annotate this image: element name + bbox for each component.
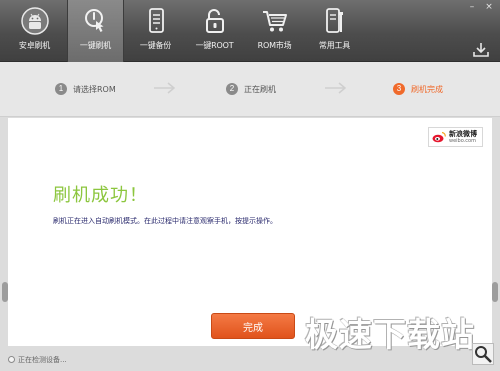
weibo-label: 新浪微博 [449, 130, 477, 138]
weibo-share-button[interactable]: 新浪微博 weibo.com [428, 127, 483, 147]
step-number: 3 [393, 83, 405, 95]
close-button[interactable]: × [481, 0, 497, 13]
android-robot-icon [20, 7, 49, 35]
nav-label: 一键ROOT [195, 41, 234, 50]
step-number: 2 [226, 83, 238, 95]
step-select-rom: 1 请选择ROM [55, 83, 116, 95]
shopping-cart-icon [262, 11, 287, 32]
nav-item-rom-market[interactable]: ROM市场 [246, 0, 303, 62]
minimize-button[interactable]: – [464, 0, 480, 13]
nav-item-android-flash[interactable]: 安卓刷机 [6, 0, 63, 62]
weibo-domain: weibo.com [449, 138, 476, 144]
right-collapse-handle[interactable] [492, 282, 498, 302]
nav-item-one-click-root[interactable]: 一键ROOT [186, 0, 243, 62]
unlock-root-icon [205, 9, 224, 33]
arrow-right-icon [154, 82, 176, 94]
status-indicator-icon [8, 356, 15, 363]
nav-label: 一键刷机 [79, 41, 112, 50]
content-right-edge [492, 118, 500, 346]
content-left-edge [0, 118, 8, 346]
finish-button[interactable]: 完成 [211, 313, 295, 339]
download-tray-icon[interactable] [472, 42, 490, 58]
touch-flash-icon [84, 9, 103, 32]
phone-backup-icon [148, 8, 164, 33]
nav-label: 安卓刷机 [18, 41, 51, 50]
nav-label: 常用工具 [318, 41, 351, 50]
nav-item-one-click-backup[interactable]: 一键备份 [127, 0, 184, 62]
step-flashing: 2 正在刷机 [226, 83, 276, 95]
step-label: 请选择ROM [73, 84, 116, 94]
success-title: 刷机成功！ [53, 185, 148, 206]
nav-item-common-tools[interactable]: 常用工具 [306, 0, 363, 62]
nav-item-one-click-flash[interactable]: 一键刷机 [67, 0, 124, 62]
step-label: 刷机完成 [411, 84, 443, 94]
top-navigation-bar: 安卓刷机 一键刷机 一键备份 一键ROOT ROM市场 常用工具 – × [0, 0, 500, 62]
nav-label: 一键备份 [139, 41, 172, 50]
success-description: 刷机正在进入自动刷机模式。在此过程中请注意观察手机，按提示操作。 [53, 217, 277, 225]
phone-tools-icon [325, 8, 343, 33]
step-flash-complete: 3 刷机完成 [393, 83, 443, 95]
watermark-logo: 极速下载站 [305, 315, 475, 354]
nav-label: ROM市场 [257, 41, 292, 50]
magnifier-icon [475, 346, 492, 363]
step-label: 正在刷机 [244, 84, 276, 94]
arrow-right-icon [325, 82, 347, 94]
weibo-logo-icon [432, 131, 446, 143]
status-text: 正在检测设备... [18, 356, 67, 364]
watermark-corner-icon [472, 343, 494, 365]
progress-steps: 1 请选择ROM 2 正在刷机 3 刷机完成 [0, 62, 500, 117]
step-number: 1 [55, 83, 67, 95]
